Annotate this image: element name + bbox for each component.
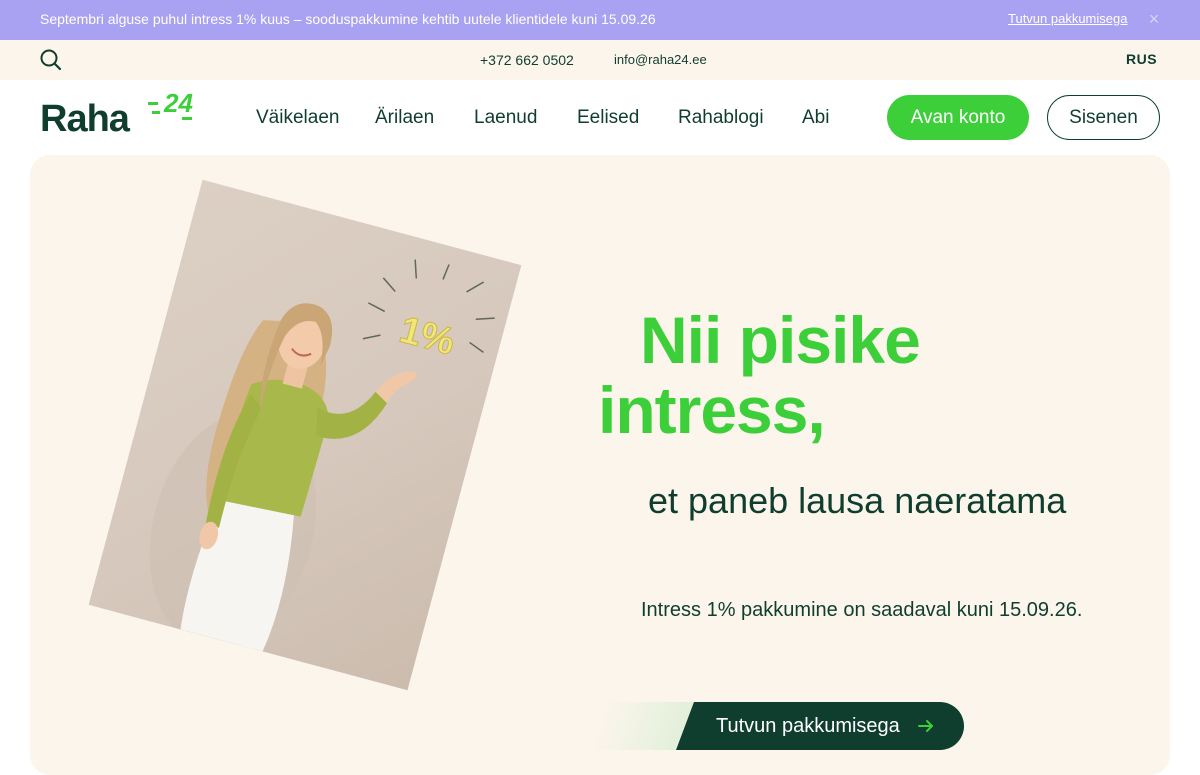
email-link[interactable]: info@raha24.ee [614,52,707,67]
logo-dash [152,111,160,114]
hero-offer-note: Intress 1% pakkumine on saadaval kuni 15… [641,599,1083,621]
arrow-right-icon [916,716,936,736]
nav-item-eelised[interactable]: Eelised [577,107,639,129]
utility-bar [0,40,1200,80]
phone-link[interactable]: +372 662 0502 [480,52,574,68]
nav-item-laenud[interactable]: Laenud [474,107,537,129]
logo-dash [182,117,192,120]
language-switch[interactable]: RUS [1126,51,1157,67]
hero-subline: et paneb lausa naeratama [648,480,1067,521]
nav-item-vaikelaen[interactable]: Väikelaen [256,107,339,129]
login-button[interactable]: Sisenen [1047,95,1160,140]
hero-headline-line1: Nii pisike [640,303,921,377]
hero-headline-line2: intress, [598,373,826,447]
announcement-banner: Septembri alguse puhul intress 1% kuus –… [0,0,1200,40]
nav-item-abi[interactable]: Abi [802,107,829,129]
logo-dash [148,102,158,105]
offer-cta-button[interactable]: Tutvun pakkumisega [676,702,964,750]
banner-offer-link[interactable]: Tutvun pakkumisega [1008,11,1127,26]
logo-word: Raha [40,98,130,140]
close-icon[interactable]: × [1146,10,1162,28]
cta-label: Tutvun pakkumisega [716,714,900,737]
search-icon[interactable] [38,47,64,73]
svg-text:1%: 1% [395,309,459,364]
open-account-button[interactable]: Avan konto [887,95,1029,140]
raha24-logo[interactable]: Raha 24 [40,88,215,140]
nav-item-rahablogi[interactable]: Rahablogi [678,107,764,129]
nav-item-arilaen[interactable]: Ärilaen [375,107,434,129]
banner-text: Septembri alguse puhul intress 1% kuus –… [40,11,656,27]
logo-number: 24 [164,88,193,118]
